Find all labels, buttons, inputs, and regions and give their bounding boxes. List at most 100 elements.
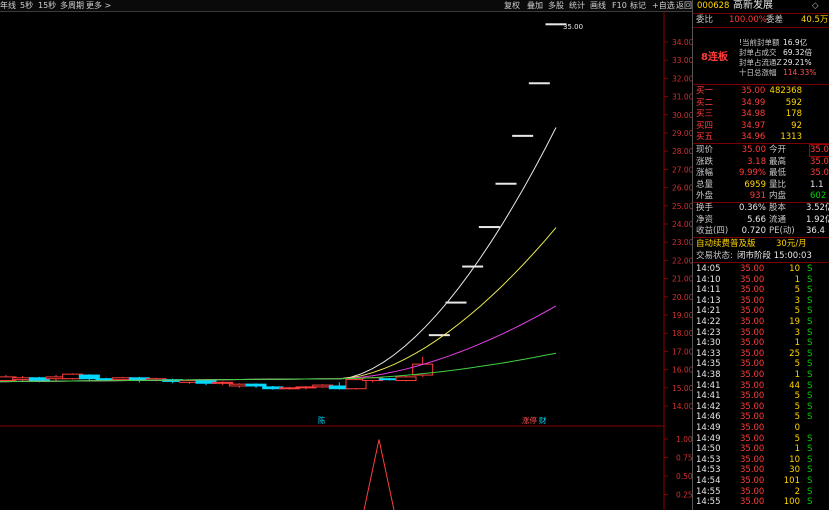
buy-level-row[interactable]: 买五 34.96 1313 [693, 132, 829, 143]
quote-panel: 000628 高新发展 ◇ 委比 100.00% 委差 40.5万 8连板 !当前… [692, 0, 829, 510]
candle[interactable] [445, 301, 467, 304]
price-tick-label: 32.00 [672, 74, 692, 83]
high-label: 35.00 [563, 23, 583, 31]
toolbar-right-item[interactable]: 复权 [504, 0, 520, 11]
order-ratio-row: 委比 100.00% 委差 40.5万 [696, 15, 829, 25]
stock-name: 高新发展 [733, 0, 773, 11]
seal-info-row: 封单占流通Z 29.21% [739, 58, 812, 67]
price-tick-label: 16.00 [672, 366, 692, 375]
price-tick-label: 19.00 [672, 311, 692, 320]
buy-level-row[interactable]: 买一 35.00 482368 [693, 86, 829, 97]
tick-row[interactable]: 14:33 35.00 25 S [693, 349, 829, 360]
price-tick-label: 29.00 [672, 129, 692, 138]
chart-event-marker[interactable]: 涨停 [522, 415, 537, 425]
toolbar-right-item[interactable]: F10 [612, 0, 627, 11]
quote-row: 涨跌 3.18 最高 35.0 [696, 156, 829, 167]
seal-info-row: 十日总涨幅 114.33% [739, 68, 817, 77]
candle[interactable] [478, 226, 500, 229]
price-tick-label: 17.00 [672, 347, 692, 356]
stock-code: 000628 [697, 1, 730, 11]
tick-row[interactable]: 14:38 35.00 1 S [693, 370, 829, 381]
stats-row: 净资5.66流通1.92亿 [696, 214, 829, 225]
promo-row[interactable]: 自动续费普及版 30元/月 [693, 238, 829, 250]
toolbar-left-item[interactable]: 更多 > [86, 0, 111, 11]
toolbar-right-item[interactable]: 标记 [630, 0, 646, 11]
seal-info-row: 封单占成交 69.32倍 [739, 48, 812, 57]
tick-row[interactable]: 14:13 35.00 3 S [693, 296, 829, 307]
price-tick-label: 33.00 [672, 56, 692, 65]
price-tick-label: 26.00 [672, 184, 692, 193]
quote-row: 涨幅 9.99% 最低 35.0 [696, 168, 829, 178]
stock-header: 000628 高新发展 ◇ [693, 0, 829, 12]
price-tick-label: 20.00 [672, 293, 692, 302]
quote-row: 外盘 931 内盘 602 [696, 191, 827, 201]
quote-row: 总量 6959 量比 1.1 [696, 179, 824, 190]
tick-row[interactable]: 14:35 35.00 5 S [693, 359, 829, 370]
toolbar-left-item[interactable]: 15秒 [38, 0, 56, 11]
stats-row: 换手0.36%股本3.52亿 [696, 203, 829, 213]
tick-row[interactable]: 14:53 35.00 30 S [693, 465, 829, 476]
buy-level-row[interactable]: 买二 34.99 592 [693, 98, 829, 109]
toolbar-right-item[interactable]: 返回 [676, 0, 692, 11]
tick-row[interactable]: 14:55 35.00 100 S [693, 497, 829, 508]
order-ratio-value: 100.00% [729, 15, 767, 25]
buy-level-row[interactable]: 买三 34.98 178 [693, 109, 829, 120]
candle[interactable] [395, 375, 417, 382]
tick-row[interactable]: 14:42 35.00 5 S [693, 402, 829, 413]
tick-row[interactable]: 14:22 35.00 19 S [693, 317, 829, 328]
toolbar-right-item[interactable]: 多股 [548, 0, 564, 11]
tick-row[interactable]: 14:50 35.00 1 S [693, 444, 829, 455]
tick-row[interactable]: 14:55 35.00 2 S [693, 487, 829, 498]
price-tick-label: 15.00 [672, 384, 692, 393]
volume-tick-label: 1.00 [676, 435, 692, 444]
candle[interactable] [512, 134, 534, 137]
candle[interactable] [462, 265, 484, 268]
promo-price[interactable]: 30元/月 [776, 238, 807, 250]
toolbar-right-item[interactable]: +自选 [652, 0, 675, 11]
tick-row[interactable]: 14:41 35.00 5 S [693, 391, 829, 402]
buy-level-row[interactable]: 买四 34.97 92 [693, 121, 829, 132]
toolbar-right-item[interactable]: 画线 [590, 0, 606, 11]
tick-row[interactable]: 14:11 35.00 5 S [693, 285, 829, 296]
tick-row[interactable]: 14:30 35.00 1 S [693, 338, 829, 349]
toolbar-right-item[interactable]: 叠加 [527, 0, 543, 11]
tick-row[interactable]: 14:49 35.00 0 [693, 423, 829, 434]
tick-row[interactable]: 14:49 35.00 5 S [693, 434, 829, 445]
order-diff-value: 40.5万 [801, 15, 829, 25]
price-tick-label: 28.00 [672, 147, 692, 156]
toolbar-left-item[interactable]: 5秒 [20, 0, 33, 11]
price-tick-label: 34.00 [672, 38, 692, 47]
tick-row[interactable]: 14:41 35.00 44 S [693, 381, 829, 392]
candle[interactable] [428, 334, 450, 337]
price-tick-label: 14.00 [672, 402, 692, 411]
chart-event-marker[interactable]: 财 [539, 415, 547, 425]
chart-event-marker[interactable]: 陈 [318, 415, 326, 425]
chart-toolbar: 年线 5秒 15秒 多周期 更多 > 复权 叠加 多股 统计 画线 F10 标记 +自选 返回 [0, 0, 692, 12]
promo-text[interactable]: 自动续费普及版 [696, 238, 756, 250]
tick-row[interactable]: 14:21 35.00 5 S [693, 306, 829, 317]
tick-row[interactable]: 14:54 35.00 101 S [693, 476, 829, 487]
volume-tick-label: 0.25 [676, 491, 692, 500]
trade-status-row: 交易状态: 闭市阶段 15:00:03 [696, 251, 812, 261]
price-tick-label: 22.00 [672, 256, 692, 265]
tick-row[interactable]: 14:53 35.00 10 S [693, 455, 829, 466]
chevron-down-icon[interactable]: ◇ [812, 0, 819, 12]
tick-row[interactable]: 14:05 35.00 10 S [693, 264, 829, 275]
volume-tick-label: 0.75 [676, 454, 692, 463]
toolbar-right-item[interactable]: 统计 [569, 0, 585, 11]
price-tick-label: 27.00 [672, 165, 692, 174]
price-tick-label: 18.00 [672, 329, 692, 338]
tick-row[interactable]: 14:46 35.00 5 S [693, 412, 829, 423]
tick-row[interactable]: 14:23 35.00 3 S [693, 328, 829, 339]
toolbar-left-item[interactable]: 多周期 [60, 0, 84, 11]
price-tick-label: 30.00 [672, 111, 692, 120]
price-tick-label: 23.00 [672, 238, 692, 247]
toolbar-left-item[interactable]: 年线 [0, 0, 16, 11]
stats-row: 收益(四) 0.720 PE(动) 36.4 [696, 226, 825, 236]
candle[interactable] [495, 182, 517, 185]
price-tick-label: 24.00 [672, 220, 692, 229]
tick-row[interactable]: 14:10 35.00 1 S [693, 275, 829, 286]
price-tick-label: 31.00 [672, 93, 692, 102]
kline-chart[interactable]: 34.00 33.00 32.00 31.00 30.00 29.00 28.00 27.00… [0, 0, 692, 510]
candle[interactable] [528, 82, 550, 85]
